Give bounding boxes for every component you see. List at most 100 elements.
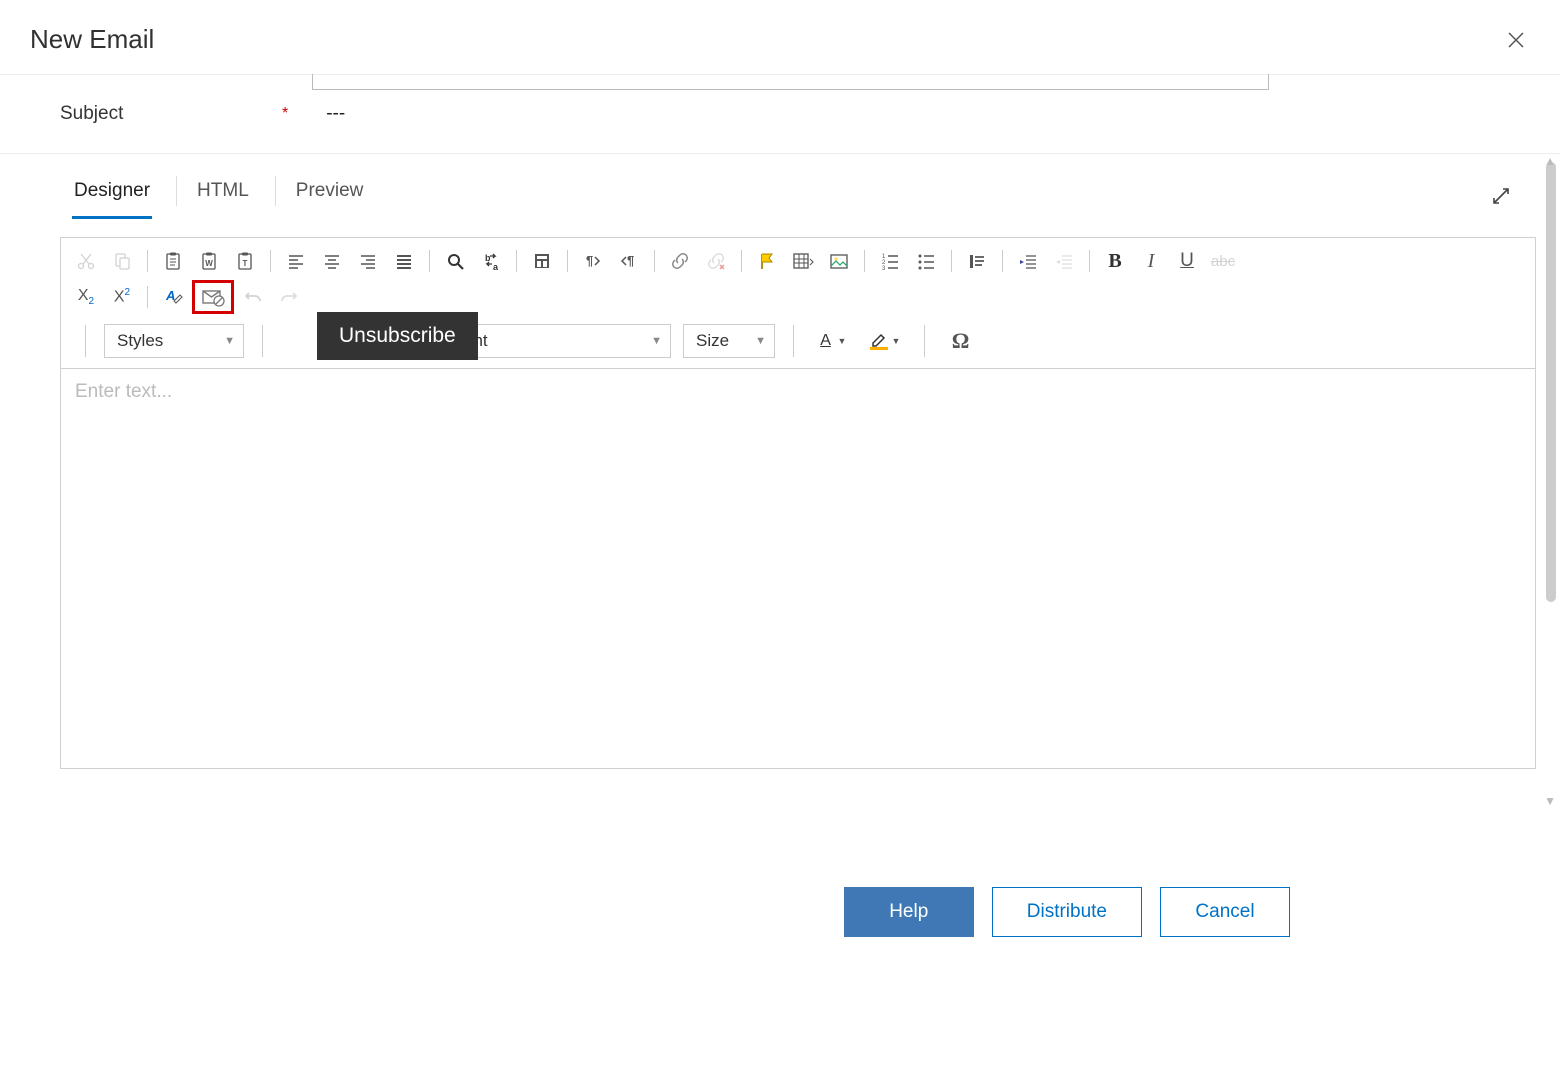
editor-body[interactable]: Enter text... <box>61 368 1535 768</box>
paragraph-ltr-icon: ¶ <box>583 251 603 271</box>
align-right-button[interactable] <box>351 246 385 276</box>
text-color-button[interactable]: A ▼ <box>812 326 852 356</box>
separator <box>262 325 263 357</box>
separator <box>1089 250 1090 272</box>
justify-button[interactable] <box>387 246 421 276</box>
editor: W T ba <box>60 237 1536 769</box>
strike-icon: abc <box>1211 253 1235 270</box>
link-button[interactable] <box>663 246 697 276</box>
subscript-button[interactable]: X2 <box>69 282 103 312</box>
align-center-icon <box>322 251 342 271</box>
flag-icon <box>757 251 777 271</box>
styles-select[interactable]: Styles ▼ <box>104 324 244 358</box>
separator <box>924 325 925 357</box>
list-ul-icon <box>916 251 936 271</box>
scroll-down-icon[interactable]: ▼ <box>1544 794 1556 808</box>
subject-value[interactable]: --- <box>326 103 345 125</box>
caret-icon: ▼ <box>224 335 235 347</box>
partial-field-box <box>312 74 1269 90</box>
styles-label: Styles <box>117 331 163 351</box>
blockquote-button[interactable] <box>960 246 994 276</box>
font-select[interactable]: ont ▼ <box>451 324 671 358</box>
separator <box>864 250 865 272</box>
bullet-list-button[interactable] <box>909 246 943 276</box>
tooltip-unsubscribe: Unsubscribe <box>317 312 478 360</box>
replace-icon: ba <box>481 251 501 271</box>
underline-icon: U <box>1180 250 1194 272</box>
separator <box>85 325 86 357</box>
table-button[interactable] <box>786 246 820 276</box>
tab-designer[interactable]: Designer <box>72 172 152 219</box>
bold-button[interactable]: B <box>1098 246 1132 276</box>
unlink-button[interactable] <box>699 246 733 276</box>
eraser-icon: A <box>163 287 183 307</box>
anchor-button[interactable] <box>750 246 784 276</box>
find-button[interactable] <box>438 246 472 276</box>
link-icon <box>670 251 690 271</box>
image-button[interactable] <box>822 246 856 276</box>
paste-text-button[interactable]: T <box>228 246 262 276</box>
numbered-list-button[interactable]: 123 <box>873 246 907 276</box>
align-left-icon <box>286 251 306 271</box>
replace-button[interactable]: ba <box>474 246 508 276</box>
editor-tabs: Designer HTML Preview <box>72 154 1536 219</box>
paste-word-button[interactable]: W <box>192 246 226 276</box>
clipboard-word-icon: W <box>199 251 219 271</box>
align-center-button[interactable] <box>315 246 349 276</box>
separator <box>270 250 271 272</box>
copy-button[interactable] <box>105 246 139 276</box>
clear-format-button[interactable]: A <box>156 282 190 312</box>
unsubscribe-icon <box>201 287 225 307</box>
separator <box>741 250 742 272</box>
copy-icon <box>112 251 132 271</box>
separator <box>147 286 148 308</box>
tab-preview[interactable]: Preview <box>294 172 366 219</box>
svg-text:3: 3 <box>882 266 886 271</box>
align-left-button[interactable] <box>279 246 313 276</box>
blockquote-icon <box>967 251 987 271</box>
separator <box>429 250 430 272</box>
clipboard-text-icon: T <box>235 251 255 271</box>
help-button[interactable]: Help <box>844 887 974 937</box>
scissors-icon <box>76 251 96 271</box>
rtl-button[interactable]: ¶ <box>612 246 646 276</box>
size-select[interactable]: Size ▼ <box>683 324 775 358</box>
toolbar-row-3: Styles ▼ Unsubscribe ont ▼ Size ▼ <box>69 316 1527 366</box>
omega-icon: Ω <box>952 328 969 354</box>
scroll-up-icon[interactable]: ▲ <box>1544 154 1556 168</box>
toolbar: W T ba <box>61 238 1535 368</box>
table-icon <box>792 251 814 271</box>
tab-html[interactable]: HTML <box>195 172 251 219</box>
dialog-title: New Email <box>30 24 154 55</box>
required-indicator: * <box>282 105 288 123</box>
expand-icon <box>1490 185 1512 207</box>
superscript-button[interactable]: X2 <box>105 282 139 312</box>
special-char-button[interactable]: Ω <box>943 326 977 356</box>
tab-separator <box>275 176 276 206</box>
placeholder-text: Enter text... <box>75 381 172 402</box>
toolbar-row-1: W T ba <box>69 244 1527 278</box>
cut-button[interactable] <box>69 246 103 276</box>
expand-button[interactable] <box>1490 185 1512 207</box>
content-area: Subject * --- Designer HTML Preview <box>0 74 1560 1087</box>
close-button[interactable] <box>1502 26 1530 54</box>
indent-icon <box>1018 251 1038 271</box>
superscript-icon: X2 <box>114 287 130 306</box>
scrollbar[interactable] <box>1546 162 1556 602</box>
redo-button[interactable] <box>272 282 306 312</box>
strike-button[interactable]: abc <box>1206 246 1240 276</box>
undo-button[interactable] <box>236 282 270 312</box>
ltr-button[interactable]: ¶ <box>576 246 610 276</box>
unsubscribe-button[interactable] <box>195 283 231 311</box>
paste-button[interactable] <box>156 246 190 276</box>
italic-button[interactable]: I <box>1134 246 1168 276</box>
underline-button[interactable]: U <box>1170 246 1204 276</box>
indent-button[interactable] <box>1011 246 1045 276</box>
distribute-button[interactable]: Distribute <box>992 887 1142 937</box>
cancel-button[interactable]: Cancel <box>1160 887 1290 937</box>
separator <box>793 325 794 357</box>
outdent-button[interactable] <box>1047 246 1081 276</box>
highlight-color-button[interactable]: ▼ <box>864 326 906 356</box>
templates-button[interactable] <box>525 246 559 276</box>
dialog-footer: Help Distribute Cancel <box>844 887 1290 937</box>
